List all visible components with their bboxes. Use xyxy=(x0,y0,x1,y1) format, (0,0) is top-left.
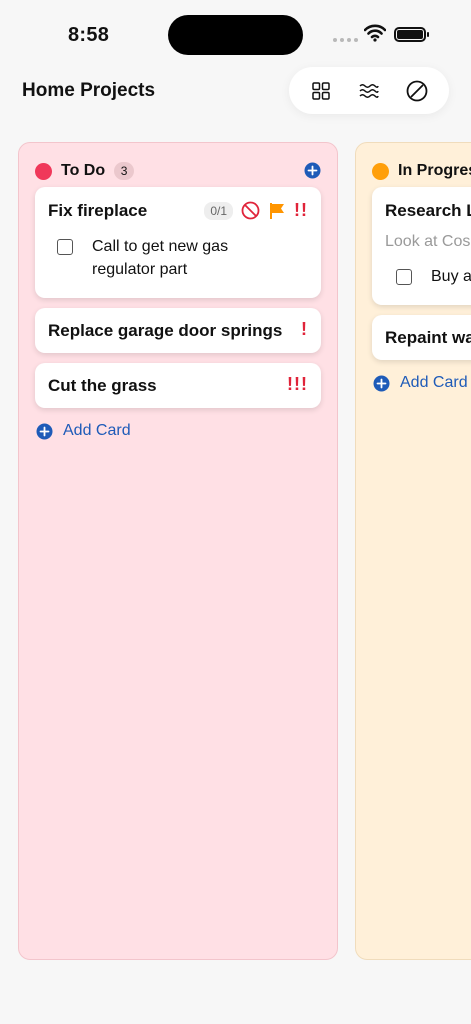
toolbar xyxy=(289,67,449,114)
card-replace-garage-door-springs[interactable]: Replace garage door springs ! xyxy=(35,308,321,353)
grid-icon xyxy=(312,81,330,100)
status-bar: 8:58 xyxy=(0,0,471,60)
column-in-progress: In Progress Research L Look at Cos Buy a… xyxy=(355,142,471,960)
priority-indicator: !! xyxy=(294,200,308,220)
card-repaint[interactable]: Repaint wa xyxy=(372,315,471,360)
card-title: Repaint wa xyxy=(385,328,471,347)
blocked-icon xyxy=(241,201,260,220)
checklist-item-text: Buy a xyxy=(431,268,471,285)
flag-icon xyxy=(270,202,284,219)
card-icons: 0/1 !! xyxy=(204,200,308,221)
plus-circle-icon xyxy=(373,375,390,391)
column-color-dot xyxy=(35,162,52,180)
column-title: In Progress xyxy=(398,162,471,179)
cellular-signal-icon xyxy=(333,38,358,42)
card-title: Fix fireplace xyxy=(48,201,148,220)
card-title: Research L xyxy=(385,201,471,220)
prohibit-icon xyxy=(406,80,428,101)
add-card-button[interactable]: Add Card xyxy=(373,374,468,392)
grid-view-button[interactable] xyxy=(304,74,338,108)
column-header: To Do 3 xyxy=(35,160,321,182)
card-icons: ! xyxy=(301,319,308,340)
column-color-dot xyxy=(372,162,389,180)
checklist-progress-badge: 0/1 xyxy=(204,201,233,220)
column-add-button[interactable] xyxy=(304,162,321,184)
checklist-item[interactable]: Buy a xyxy=(396,265,471,288)
checkbox[interactable] xyxy=(57,239,73,255)
battery-icon xyxy=(394,27,429,42)
column-header: In Progress xyxy=(372,160,471,182)
card-research[interactable]: Research L Look at Cos Buy a xyxy=(372,187,471,305)
checkbox[interactable] xyxy=(396,269,412,285)
card-title: Cut the grass xyxy=(48,376,157,395)
priority-indicator: ! xyxy=(301,319,308,339)
status-time: 8:58 xyxy=(68,24,110,46)
card-fix-fireplace[interactable]: Fix fireplace 0/1 !! Call to get new gas… xyxy=(35,187,321,298)
card-icons: !!! xyxy=(287,374,308,395)
plus-circle-icon xyxy=(304,162,321,179)
column-title: To Do xyxy=(61,162,106,179)
priority-indicator: !!! xyxy=(287,374,308,394)
column-todo: To Do 3 Fix fireplace 0/1 !! Call to get… xyxy=(18,142,338,960)
waves-icon xyxy=(359,83,379,98)
dynamic-island xyxy=(168,15,303,55)
wifi-icon xyxy=(364,24,386,42)
card-cut-the-grass[interactable]: Cut the grass !!! xyxy=(35,363,321,408)
card-title: Replace garage door springs xyxy=(48,321,283,340)
add-card-button[interactable]: Add Card xyxy=(36,422,131,440)
add-card-label: Add Card xyxy=(400,374,468,391)
card-subtitle: Look at Cos xyxy=(385,233,471,250)
checklist-item[interactable]: Call to get new gas regulator part xyxy=(57,235,292,281)
add-card-label: Add Card xyxy=(63,422,131,439)
hide-button[interactable] xyxy=(400,74,434,108)
plus-circle-icon xyxy=(36,423,53,439)
checklist-item-text: Call to get new gas regulator part xyxy=(92,238,229,278)
page-title: Home Projects xyxy=(22,80,156,101)
filter-button[interactable] xyxy=(352,74,386,108)
column-count-badge: 3 xyxy=(114,162,135,180)
